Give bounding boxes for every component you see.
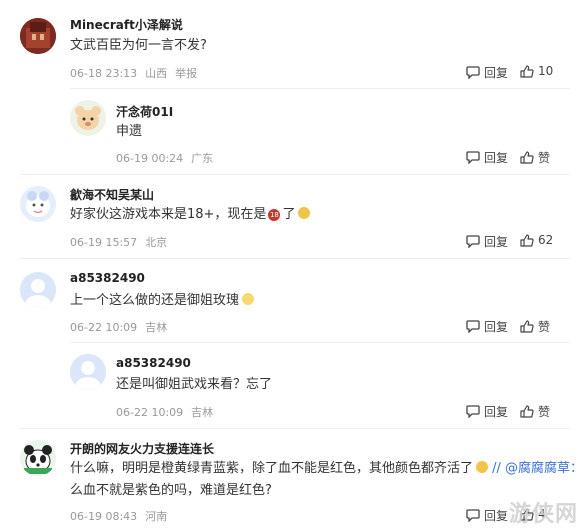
comment-date: 06-19 08:43 bbox=[70, 510, 138, 523]
divider bbox=[70, 88, 570, 89]
age-18-badge-icon: 18 bbox=[268, 209, 281, 221]
like-button[interactable]: 赞 bbox=[520, 318, 550, 335]
divider bbox=[20, 174, 570, 175]
comment-date: 06-22 10:09 bbox=[116, 406, 184, 419]
reply-label: 回复 bbox=[484, 235, 509, 249]
reply-icon bbox=[466, 320, 480, 333]
comment-text-part: 什么嘛，明明是橙黄绿青蓝紫，除了血不能是红色，其他颜色都齐活了 bbox=[70, 461, 474, 476]
reply-button[interactable]: 回复 bbox=[466, 64, 508, 81]
comment-username[interactable]: 歙海不知吴某山 bbox=[70, 186, 154, 203]
reply-label: 回复 bbox=[484, 509, 509, 523]
comment-meta: 06-22 10:09 吉林 bbox=[70, 319, 175, 335]
reply-icon bbox=[466, 509, 480, 522]
reply-icon bbox=[466, 66, 480, 79]
comment-username[interactable]: a85382490 bbox=[70, 271, 145, 285]
comment-username[interactable]: 汗念荷01I bbox=[116, 103, 173, 120]
like-button[interactable]: 62 bbox=[520, 233, 553, 247]
flower-emoji-icon bbox=[242, 293, 255, 305]
like-count: 赞 bbox=[538, 320, 551, 334]
thumbs-up-icon bbox=[520, 405, 534, 418]
comment-text-line: 什么嘛，明明是橙黄绿青蓝紫，除了血不能是红色，其他颜色都齐活了 // @腐腐腐草… bbox=[70, 458, 583, 480]
comment-text: 上一个这么做的还是御姐玫瑰 bbox=[70, 290, 255, 312]
divider bbox=[70, 342, 570, 343]
comment-username[interactable]: 开朗的网友火力支援连连长 bbox=[70, 440, 214, 457]
comment-location: 吉林 bbox=[191, 406, 214, 419]
like-count: 62 bbox=[538, 233, 554, 247]
reply-button[interactable]: 回复 bbox=[466, 149, 508, 166]
avatar[interactable] bbox=[20, 272, 56, 308]
reply-button[interactable]: 回复 bbox=[466, 507, 508, 524]
avatar[interactable] bbox=[20, 186, 56, 222]
reply-label: 回复 bbox=[484, 320, 509, 334]
reply-label: 回复 bbox=[484, 66, 509, 80]
like-button[interactable]: 10 bbox=[520, 64, 553, 78]
watermark-logo: 游侠网 bbox=[508, 502, 578, 527]
comment-username[interactable]: a85382490 bbox=[116, 356, 191, 370]
comment-date: 06-18 23:13 bbox=[70, 67, 138, 80]
comment-date: 06-22 10:09 bbox=[70, 321, 138, 334]
comment-text: 文武百臣为何一言不发? bbox=[70, 38, 207, 53]
comment-meta: 06-22 10:09 吉林 bbox=[116, 404, 221, 420]
divider bbox=[20, 258, 570, 259]
avatar[interactable] bbox=[20, 18, 56, 54]
comment-location: 河南 bbox=[145, 510, 168, 523]
comment-meta: 06-18 23:13 山西 举报 bbox=[70, 65, 205, 81]
divider bbox=[20, 428, 570, 429]
comment-text: 什么嘛，明明是橙黄绿青蓝紫，除了血不能是红色，其他颜色都齐活了 // @腐腐腐草… bbox=[70, 458, 583, 502]
comment-text-line: 么血不就是紫色的吗，难道是红色? bbox=[70, 483, 272, 498]
avatar[interactable] bbox=[70, 354, 106, 390]
comment-location: 广东 bbox=[191, 152, 214, 165]
like-count: 赞 bbox=[538, 151, 551, 165]
thumbs-up-icon bbox=[520, 151, 534, 164]
comment-location: 山西 bbox=[145, 67, 168, 80]
comment-location: 吉林 bbox=[145, 321, 168, 334]
comment-date: 06-19 15:57 bbox=[70, 236, 138, 249]
reply-button[interactable]: 回复 bbox=[466, 233, 508, 250]
comment-text: 还是叫御姐武戏来看？忘了 bbox=[116, 377, 273, 392]
comment-text: 好家伙这游戏本来是18+，现在是 18 了 bbox=[70, 204, 311, 226]
thumbs-up-icon bbox=[520, 233, 534, 247]
reply-icon bbox=[466, 151, 480, 164]
reply-label: 回复 bbox=[484, 151, 509, 165]
report-link[interactable]: 举报 bbox=[175, 67, 197, 80]
reply-icon bbox=[466, 405, 480, 418]
comment-text: 申遗 bbox=[116, 124, 143, 139]
comment-location: 北京 bbox=[145, 236, 168, 249]
comment-meta: 06-19 08:43 河南 bbox=[70, 508, 175, 524]
comment-text-part: 好家伙这游戏本来是18+，现在是 bbox=[70, 207, 267, 222]
smile-emoji-icon bbox=[476, 461, 489, 473]
reply-button[interactable]: 回复 bbox=[466, 403, 508, 420]
smile-emoji-icon bbox=[298, 207, 311, 219]
comment-date: 06-19 00:24 bbox=[116, 152, 184, 165]
avatar[interactable] bbox=[20, 440, 56, 476]
thumbs-up-icon bbox=[520, 64, 534, 78]
reply-label: 回复 bbox=[484, 405, 509, 419]
avatar[interactable] bbox=[70, 100, 106, 136]
thumbs-up-icon bbox=[520, 320, 534, 333]
reply-icon bbox=[466, 235, 480, 248]
reply-button[interactable]: 回复 bbox=[466, 318, 508, 335]
comment-username[interactable]: Minecraft小泽解说 bbox=[70, 16, 183, 33]
like-count: 赞 bbox=[538, 405, 551, 419]
comment-meta: 06-19 00:24 广东 bbox=[116, 150, 221, 166]
mention-link[interactable]: // @腐腐腐草： bbox=[488, 461, 583, 476]
comment-text-part: 上一个这么做的还是御姐玫瑰 bbox=[70, 293, 240, 308]
like-button[interactable]: 赞 bbox=[520, 149, 550, 166]
comment-meta: 06-19 15:57 北京 bbox=[70, 234, 175, 250]
comment-text-part: 了 bbox=[282, 207, 296, 222]
like-button[interactable]: 赞 bbox=[520, 403, 550, 420]
like-count: 10 bbox=[538, 64, 554, 78]
